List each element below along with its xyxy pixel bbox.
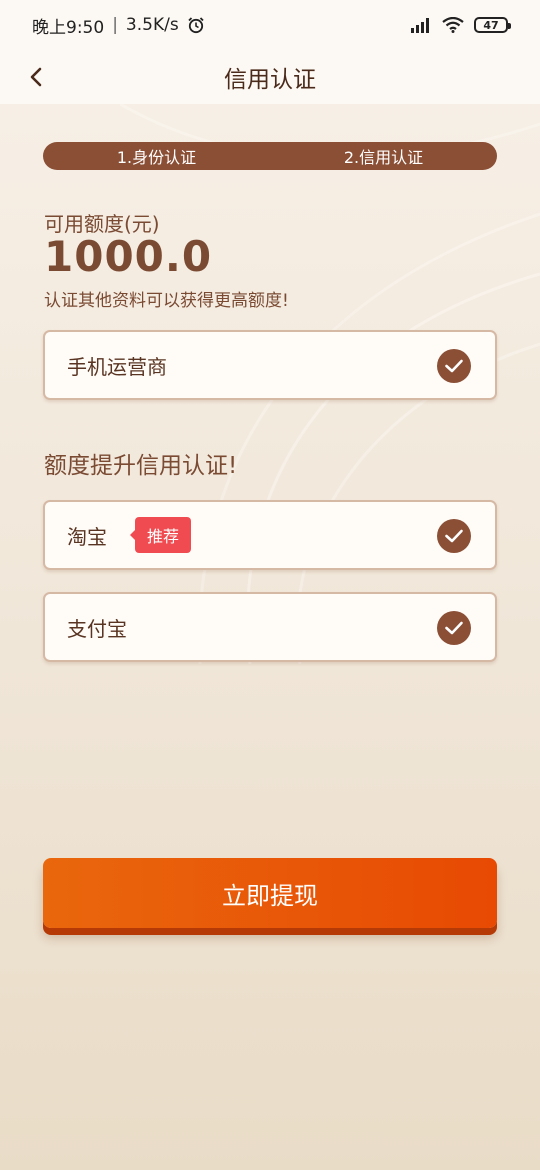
mobile-carrier-card[interactable]: 手机运营商 — [43, 330, 497, 400]
step-credit: 2.信用认证 — [343, 148, 424, 167]
mobile-carrier-label: 手机运营商 — [67, 354, 167, 379]
page-title: 信用认证 — [224, 67, 316, 93]
alarm-icon — [188, 17, 204, 34]
boost-section-title: 额度提升信用认证! — [44, 453, 238, 479]
status-bar: 晚上9:50 | 3.5K/s 47 — [0, 0, 540, 50]
taobao-card[interactable]: 淘宝 推荐 — [43, 500, 497, 570]
signal-icon — [411, 18, 429, 33]
taobao-label: 淘宝 — [67, 524, 107, 549]
chevron-left-icon — [30, 67, 42, 87]
recommend-badge: 推荐 — [129, 517, 192, 553]
steps-progress-bar: 1.身份认证 2.信用认证 — [43, 142, 497, 170]
back-button[interactable] — [18, 59, 54, 95]
credit-amount: 1000.0 — [44, 232, 213, 281]
status-separator: | — [112, 15, 118, 35]
status-time: 晚上9:50 — [32, 17, 105, 38]
check-icon — [437, 519, 471, 553]
status-bar-right: 47 — [410, 17, 511, 33]
credit-tip: 认证其他资料可以获得更高额度! — [44, 291, 289, 311]
status-bar-left: 晚上9:50 | 3.5K/s — [32, 13, 205, 38]
check-icon — [437, 611, 471, 645]
battery-level: 47 — [483, 18, 499, 32]
wifi-icon — [442, 17, 464, 33]
alipay-label: 支付宝 — [67, 616, 127, 641]
withdraw-button[interactable]: 立即提现 — [43, 858, 497, 928]
step-identity: 1.身份认证 — [116, 148, 197, 167]
nav-header: 信用认证 — [0, 50, 540, 104]
battery-icon: 47 — [474, 17, 511, 33]
check-icon — [437, 349, 471, 383]
network-speed: 3.5K/s — [125, 15, 179, 35]
alipay-card[interactable]: 支付宝 — [43, 592, 497, 662]
